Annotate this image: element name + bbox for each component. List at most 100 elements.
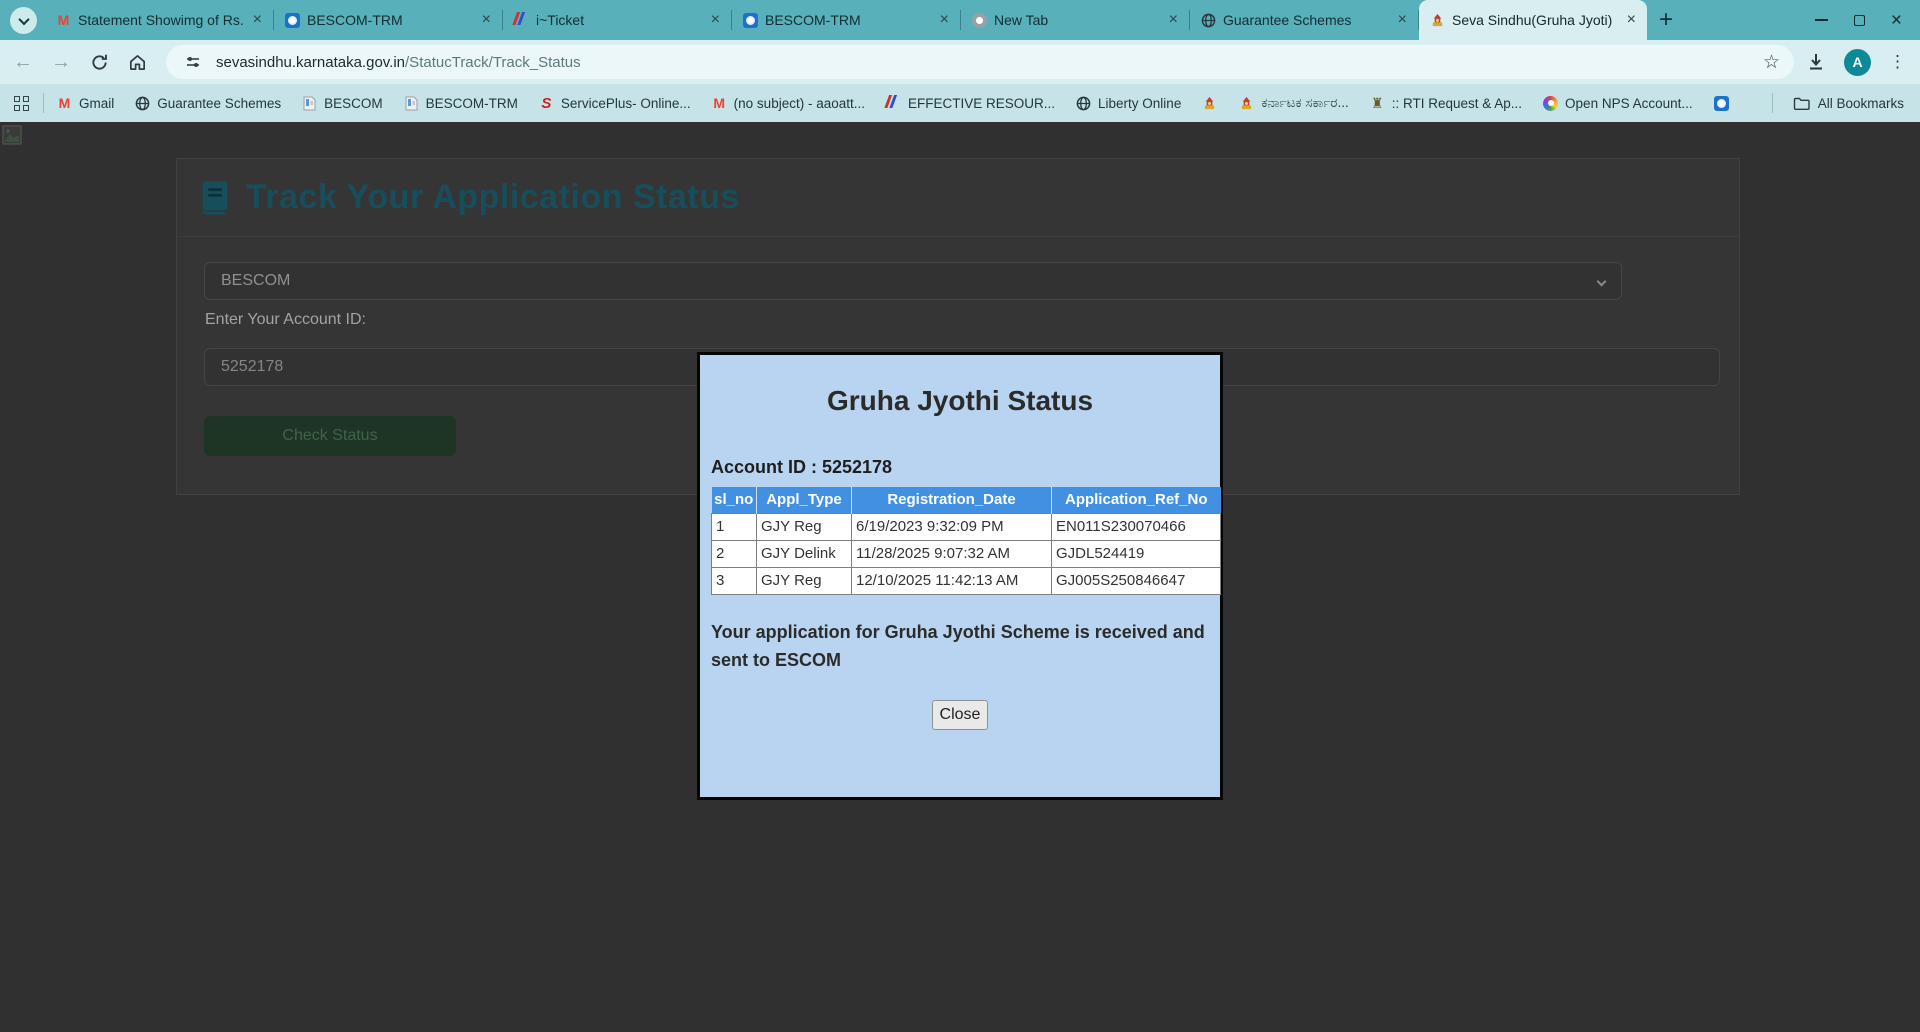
apps-grid-icon[interactable]	[14, 95, 29, 111]
tab-bescom-trm-1[interactable]: BESCOM-TRM ×	[274, 0, 502, 40]
page-title: Track Your Application Status	[246, 178, 740, 216]
document-icon	[403, 95, 420, 112]
globe-icon	[1075, 95, 1092, 112]
tab-title: i~Ticket	[536, 12, 585, 28]
table-row: 3 GJY Reg 12/10/2025 11:42:13 AM GJ005S2…	[711, 566, 1221, 595]
account-id-label: Enter Your Account ID:	[205, 311, 366, 328]
bookmark-bescom-unlabeled[interactable]	[1713, 95, 1730, 112]
bescom-icon	[742, 12, 759, 29]
chevron-down-icon	[17, 13, 30, 25]
gruha-jyothi-status-modal: Gruha Jyothi Status Account ID : 5252178…	[697, 352, 1223, 800]
status-table: sl_no Appl_Type Registration_Date Applic…	[711, 487, 1221, 595]
tab-title: Guarantee Schemes	[1223, 12, 1352, 28]
karnataka-emblem-icon	[1429, 12, 1446, 29]
address-bar[interactable]: sevasindhu.karnataka.gov.in/StatucTrack/…	[166, 45, 1794, 79]
browser-menu-icon[interactable]: ⋮	[1889, 52, 1906, 72]
bookmark-emblem-unlabeled[interactable]	[1201, 95, 1218, 112]
bookmarks-bar: M Gmail Guarantee Schemes BESCOM BESCOM-T…	[0, 84, 1920, 122]
tab-strip: M Statement Showimg of Rs.25,00 × BESCOM…	[0, 0, 1920, 40]
tab-title: BESCOM-TRM	[307, 12, 403, 28]
back-arrow-icon: ←	[13, 50, 33, 73]
tab-close-icon[interactable]: ×	[1166, 11, 1181, 29]
check-status-button[interactable]: Check Status	[204, 416, 456, 456]
bescom-icon	[284, 12, 301, 29]
maximize-icon[interactable]	[1853, 14, 1865, 26]
tab-close-icon[interactable]: ×	[708, 11, 723, 29]
gmail-icon: M	[57, 12, 70, 28]
browser-toolbar: ← → sevasindhu.karnataka.gov.in/StatucTr…	[0, 40, 1920, 84]
minimize-icon[interactable]	[1814, 19, 1828, 21]
toolbar-right: A ⋮	[1806, 48, 1920, 76]
tab-new-tab[interactable]: New Tab ×	[961, 0, 1189, 40]
download-icon[interactable]	[1806, 52, 1826, 72]
iticket-icon	[510, 11, 533, 29]
forward-arrow-icon: →	[51, 50, 71, 73]
globe-icon	[1200, 12, 1217, 29]
tab-statement[interactable]: M Statement Showimg of Rs.25,00 ×	[45, 0, 273, 40]
bookmark-liberty-online[interactable]: Liberty Online	[1075, 95, 1181, 112]
tab-title: Statement Showimg of Rs.25,00	[78, 12, 244, 28]
window-controls: ×	[1814, 0, 1920, 40]
pillar-icon: ♜	[1370, 95, 1384, 111]
bookmark-serviceplus[interactable]: S ServicePlus- Online...	[538, 94, 690, 112]
table-row: 1 GJY Reg 6/19/2023 9:32:09 PM EN011S230…	[711, 512, 1221, 541]
url-text: sevasindhu.karnataka.gov.in/StatucTrack/…	[216, 53, 581, 71]
tab-search-button[interactable]	[10, 7, 37, 34]
table-header-row: sl_no Appl_Type Registration_Date Applic…	[711, 487, 1221, 513]
modal-account-id: Account ID : 5252178	[711, 457, 893, 477]
document-icon	[301, 95, 318, 112]
bookmark-rti-request[interactable]: ♜:: RTI Request & Ap...	[1369, 95, 1522, 112]
broken-image-icon	[2, 125, 22, 145]
karnataka-emblem-icon	[1201, 95, 1218, 112]
new-tab-button[interactable]: +	[1659, 6, 1673, 34]
divider	[43, 93, 44, 113]
karnataka-emblem-icon	[1238, 95, 1255, 112]
hash-icon	[882, 94, 905, 112]
bookmark-gmail[interactable]: M Gmail	[56, 95, 115, 112]
bookmark-bescom-trm[interactable]: BESCOM-TRM	[403, 95, 518, 112]
tab-title: Seva Sindhu(Gruha Jyoti)	[1452, 12, 1613, 28]
column-header: sl_no	[711, 487, 757, 513]
tab-bescom-trm-2[interactable]: BESCOM-TRM ×	[732, 0, 960, 40]
tab-guarantee-schemes[interactable]: Guarantee Schemes ×	[1190, 0, 1418, 40]
card-header: Track Your Application Status	[177, 159, 1739, 237]
tab-close-icon[interactable]: ×	[479, 11, 494, 29]
folder-icon	[1793, 97, 1810, 110]
divider	[1771, 93, 1773, 113]
tab-title: BESCOM-TRM	[765, 12, 861, 28]
bookmark-effective-resources[interactable]: EFFECTIVE RESOUR...	[882, 94, 1055, 112]
profile-avatar[interactable]: A	[1844, 48, 1871, 76]
bookmark-karnataka-sarkara[interactable]: ಕರ್ನಾಟಕ ಸರ್ಕಾರ...	[1238, 95, 1349, 112]
column-header: Registration_Date	[851, 487, 1052, 513]
close-window-icon[interactable]: ×	[1891, 11, 1902, 30]
all-bookmarks[interactable]: All Bookmarks	[1771, 93, 1920, 113]
tab-iticket[interactable]: i~Ticket ×	[503, 0, 731, 40]
forward-button[interactable]: →	[46, 47, 76, 77]
bookmark-bescom[interactable]: BESCOM	[301, 95, 383, 112]
escom-select[interactable]: BESCOM	[204, 262, 1622, 300]
bookmark-star-icon[interactable]: ☆	[1763, 51, 1780, 74]
reload-button[interactable]	[84, 47, 114, 77]
site-settings-icon[interactable]	[180, 49, 206, 75]
back-button[interactable]: ←	[8, 47, 38, 77]
bookmark-open-nps[interactable]: Open NPS Account...	[1542, 95, 1693, 112]
bescom-icon	[1713, 95, 1730, 112]
bookmark-no-subject[interactable]: M (no subject) - aaoatt...	[711, 95, 865, 112]
bookmark-guarantee-schemes[interactable]: Guarantee Schemes	[134, 95, 281, 112]
gmail-icon: M	[58, 95, 71, 111]
tab-close-icon[interactable]: ×	[1395, 11, 1410, 29]
gmail-icon: M	[713, 95, 725, 111]
tab-close-icon[interactable]: ×	[937, 11, 952, 29]
globe-icon	[134, 95, 151, 112]
tab-close-icon[interactable]: ×	[1624, 11, 1639, 29]
modal-close-button[interactable]: Close	[932, 700, 988, 730]
table-row: 2 GJY Delink 11/28/2025 9:07:32 AM GJDL5…	[711, 539, 1221, 568]
tab-close-icon[interactable]: ×	[250, 11, 265, 29]
tab-seva-sindhu-active[interactable]: Seva Sindhu(Gruha Jyoti) ×	[1419, 0, 1647, 40]
tab-title: New Tab	[994, 12, 1049, 28]
rosette-icon	[1542, 95, 1559, 112]
column-header: Application_Ref_No	[1051, 487, 1221, 513]
home-button[interactable]	[122, 47, 152, 77]
column-header: Appl_Type	[756, 487, 852, 513]
serviceplus-icon: S	[541, 94, 552, 112]
